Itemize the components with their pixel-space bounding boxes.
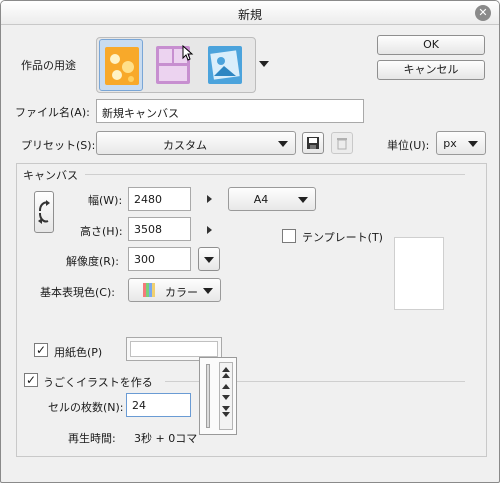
paper-size-select[interactable]: A4: [228, 187, 316, 211]
chevron-down-icon: [203, 288, 213, 294]
color-mode-value: カラー: [165, 286, 198, 299]
preset-select[interactable]: カスタム: [96, 131, 296, 155]
paper-color-checkbox[interactable]: ✓: [34, 343, 48, 357]
new-canvas-dialog: 新規 ✕ 作品の用途 OK キャンセル ファイル名(A): 新規キャンバス プリ…: [0, 0, 500, 483]
mouse-cursor-icon: [182, 44, 194, 65]
width-preset-arrow-icon[interactable]: [207, 195, 212, 203]
template-preview: [394, 237, 444, 310]
resolution-dropdown-button[interactable]: [198, 247, 220, 271]
resolution-label: 解像度(R):: [66, 255, 119, 268]
chevron-down-icon: [278, 141, 288, 147]
swap-icon: [38, 200, 50, 224]
canvas-section-title: キャンバス: [23, 169, 78, 182]
cel-count-label: セルの枚数(N):: [48, 401, 124, 414]
color-mode-select[interactable]: カラー: [128, 278, 221, 302]
animation-checkbox[interactable]: ✓: [24, 373, 38, 387]
usage-dropdown-icon[interactable]: [259, 61, 269, 67]
window-title: 新規: [237, 8, 262, 22]
width-label: 幅(W):: [88, 194, 123, 207]
step-down-icon[interactable]: [220, 389, 232, 400]
usage-illustration-tile[interactable]: [99, 39, 143, 91]
color-mode-label: 基本表現色(C):: [40, 286, 115, 299]
cancel-button[interactable]: キャンセル: [377, 60, 485, 80]
chevron-down-icon: [204, 257, 214, 263]
chevron-down-icon: [468, 141, 478, 147]
playback-time-value: 3秒 + 0コマ: [134, 432, 198, 445]
preset-label: プリセット(S):: [21, 139, 96, 152]
section-divider: [85, 174, 465, 175]
unit-value: px: [443, 137, 457, 150]
close-icon[interactable]: ✕: [475, 5, 491, 21]
title-bar: 新規 ✕: [1, 1, 499, 25]
delete-preset-button[interactable]: [331, 132, 353, 154]
step-up-icon[interactable]: [220, 378, 232, 389]
resolution-input[interactable]: 300: [128, 247, 191, 271]
swap-orientation-button[interactable]: [34, 191, 54, 233]
step-up-fast-icon[interactable]: [220, 363, 232, 378]
template-label: テンプレート(T): [302, 231, 383, 244]
chevron-down-icon: [298, 197, 308, 203]
animation-label: うごくイラストを作る: [43, 376, 153, 389]
unit-label: 単位(U):: [387, 139, 430, 152]
width-input[interactable]: 2480: [128, 187, 191, 211]
filename-label: ファイル名(A):: [15, 106, 90, 119]
height-label: 高さ(H):: [80, 225, 123, 238]
illustration-icon: [105, 47, 139, 85]
all-uses-icon: [208, 46, 242, 84]
cel-count-slider-popup: [199, 357, 237, 435]
trash-icon: [337, 138, 347, 150]
save-icon: [307, 137, 319, 149]
usage-label: 作品の用途: [21, 59, 76, 72]
usage-all-tile[interactable]: [203, 39, 247, 91]
save-preset-button[interactable]: [302, 132, 324, 154]
cel-count-input[interactable]: 24: [126, 393, 191, 417]
filename-input[interactable]: 新規キャンバス: [96, 99, 364, 123]
cel-count-slider-track[interactable]: [206, 364, 210, 428]
height-preset-arrow-icon[interactable]: [207, 226, 212, 234]
cel-count-stepper[interactable]: [219, 362, 233, 430]
unit-select[interactable]: px: [436, 131, 486, 155]
paper-color-label: 用紙色(P): [54, 346, 103, 359]
playback-time-label: 再生時間:: [68, 432, 116, 445]
color-mode-icon: [143, 283, 155, 297]
step-down-fast-icon[interactable]: [220, 400, 232, 417]
paper-size-value: A4: [253, 193, 269, 206]
template-checkbox[interactable]: [282, 229, 296, 243]
ok-button[interactable]: OK: [377, 35, 485, 55]
height-input[interactable]: 3508: [128, 217, 191, 241]
preset-value: カスタム: [163, 139, 207, 152]
